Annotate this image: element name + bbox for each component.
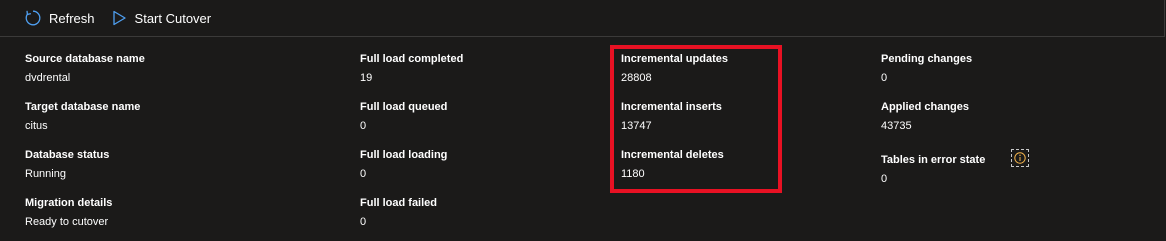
applied-changes-value: 43735 — [881, 120, 912, 132]
incremental-inserts-label: Incremental inserts — [621, 101, 722, 113]
database-status-label: Database status — [25, 149, 110, 161]
target-database-field: Target database name citus — [25, 100, 265, 133]
source-database-label: Source database name — [25, 53, 145, 65]
full-load-completed-label: Full load completed — [360, 53, 464, 65]
migration-details-label: Migration details — [25, 197, 113, 209]
play-icon — [110, 9, 128, 27]
migration-details-field: Migration details Ready to cutover — [25, 196, 265, 229]
command-bar: Refresh Start Cutover — [0, 0, 1165, 37]
pending-changes-field: Pending changes 0 — [881, 52, 1121, 85]
full-load-loading-value: 0 — [360, 168, 367, 180]
full-load-loading-label: Full load loading — [360, 149, 448, 161]
source-database-value: dvdrental — [25, 72, 71, 84]
refresh-label: Refresh — [49, 10, 95, 26]
database-status-value: Running — [25, 168, 66, 180]
full-load-completed-field: Full load completed 19 — [360, 52, 600, 85]
applied-changes-label: Applied changes — [881, 101, 970, 113]
target-database-label: Target database name — [25, 101, 141, 113]
applied-changes-field: Applied changes 43735 — [881, 100, 1121, 133]
incremental-updates-value: 28808 — [621, 72, 652, 84]
full-load-queued-value: 0 — [360, 120, 367, 132]
start-cutover-button[interactable]: Start Cutover — [110, 0, 212, 36]
target-database-value: citus — [25, 120, 48, 132]
pending-changes-label: Pending changes — [881, 53, 973, 65]
tables-in-error-label: Tables in error state — [881, 154, 986, 166]
tables-in-error-value: 0 — [881, 173, 888, 185]
source-database-field: Source database name dvdrental — [25, 52, 265, 85]
full-load-queued-label: Full load queued — [360, 101, 448, 113]
refresh-icon — [24, 9, 42, 27]
incremental-updates-field: Incremental updates 28808 — [621, 52, 861, 85]
migration-details-value: Ready to cutover — [25, 216, 109, 228]
full-load-loading-field: Full load loading 0 — [360, 148, 600, 181]
info-icon[interactable] — [1011, 149, 1029, 167]
incremental-inserts-value: 13747 — [621, 120, 652, 132]
incremental-updates-label: Incremental updates — [621, 53, 728, 65]
migration-details-panel: Source database name dvdrental Target da… — [0, 37, 1166, 241]
tables-in-error-field: Tables in error state 0 — [881, 153, 1121, 186]
incremental-deletes-value: 1180 — [621, 168, 645, 180]
full-load-completed-value: 19 — [360, 72, 373, 84]
full-load-failed-label: Full load failed — [360, 197, 438, 209]
database-status-field: Database status Running — [25, 148, 265, 181]
full-load-queued-field: Full load queued 0 — [360, 100, 600, 133]
refresh-button[interactable]: Refresh — [24, 0, 95, 36]
start-cutover-label: Start Cutover — [134, 10, 212, 26]
incremental-deletes-label: Incremental deletes — [621, 149, 724, 161]
full-load-failed-value: 0 — [360, 216, 367, 228]
incremental-inserts-field: Incremental inserts 13747 — [621, 100, 861, 133]
full-load-failed-field: Full load failed 0 — [360, 196, 600, 229]
pending-changes-value: 0 — [881, 72, 888, 84]
incremental-deletes-field: Incremental deletes 1180 — [621, 148, 861, 181]
